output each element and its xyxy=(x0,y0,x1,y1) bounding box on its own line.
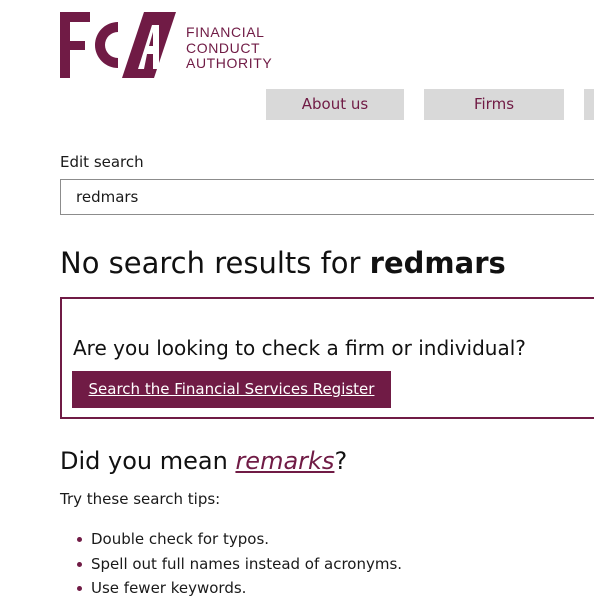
did-you-mean-suffix: ? xyxy=(334,447,348,475)
list-item: Double check for typos. xyxy=(60,527,402,552)
nav-item-firms[interactable]: Firms xyxy=(424,89,564,120)
logo-line-3: AUTHORITY xyxy=(186,55,273,71)
bullet-icon xyxy=(77,561,82,567)
no-results-prefix: No search results for xyxy=(60,246,370,280)
nav-item-next[interactable] xyxy=(584,89,594,120)
edit-search-label: Edit search xyxy=(60,153,144,171)
bullet-icon xyxy=(77,537,82,542)
page-title: No search results for redmars xyxy=(60,246,506,280)
tips-intro: Try these search tips: xyxy=(60,490,221,508)
tip-text: Double check for typos. xyxy=(91,530,270,548)
did-you-mean-prefix: Did you mean xyxy=(60,447,236,475)
suggestion-link[interactable]: remarks xyxy=(235,447,334,475)
list-item: Use fewer keywords. xyxy=(60,576,402,601)
register-callout: Are you looking to check a firm or indiv… xyxy=(60,297,594,419)
tips-list: Double check for typos. Spell out full n… xyxy=(60,527,402,601)
bullet-icon xyxy=(77,586,82,591)
list-item: Spell out full names instead of acronyms… xyxy=(60,552,402,577)
search-register-button[interactable]: Search the Financial Services Register xyxy=(72,371,391,408)
logo-line-1: FINANCIAL xyxy=(186,24,265,40)
callout-question: Are you looking to check a firm or indiv… xyxy=(73,336,526,360)
fca-logo-mark xyxy=(60,12,176,78)
did-you-mean: Did you mean remarks? xyxy=(60,447,347,475)
search-input[interactable] xyxy=(60,179,594,215)
fca-logo[interactable]: FINANCIAL CONDUCT AUTHORITY xyxy=(60,12,272,78)
page: FINANCIAL CONDUCT AUTHORITY About us Fir… xyxy=(0,0,594,609)
logo-line-2: CONDUCT xyxy=(186,39,261,56)
main-nav: About us Firms xyxy=(266,89,594,120)
tip-text: Use fewer keywords. xyxy=(91,579,247,597)
nav-item-about-us[interactable]: About us xyxy=(266,89,404,120)
fca-logo-text: FINANCIAL CONDUCT AUTHORITY xyxy=(186,24,273,72)
search-query: redmars xyxy=(369,246,506,280)
tip-text: Spell out full names instead of acronyms… xyxy=(91,554,403,573)
